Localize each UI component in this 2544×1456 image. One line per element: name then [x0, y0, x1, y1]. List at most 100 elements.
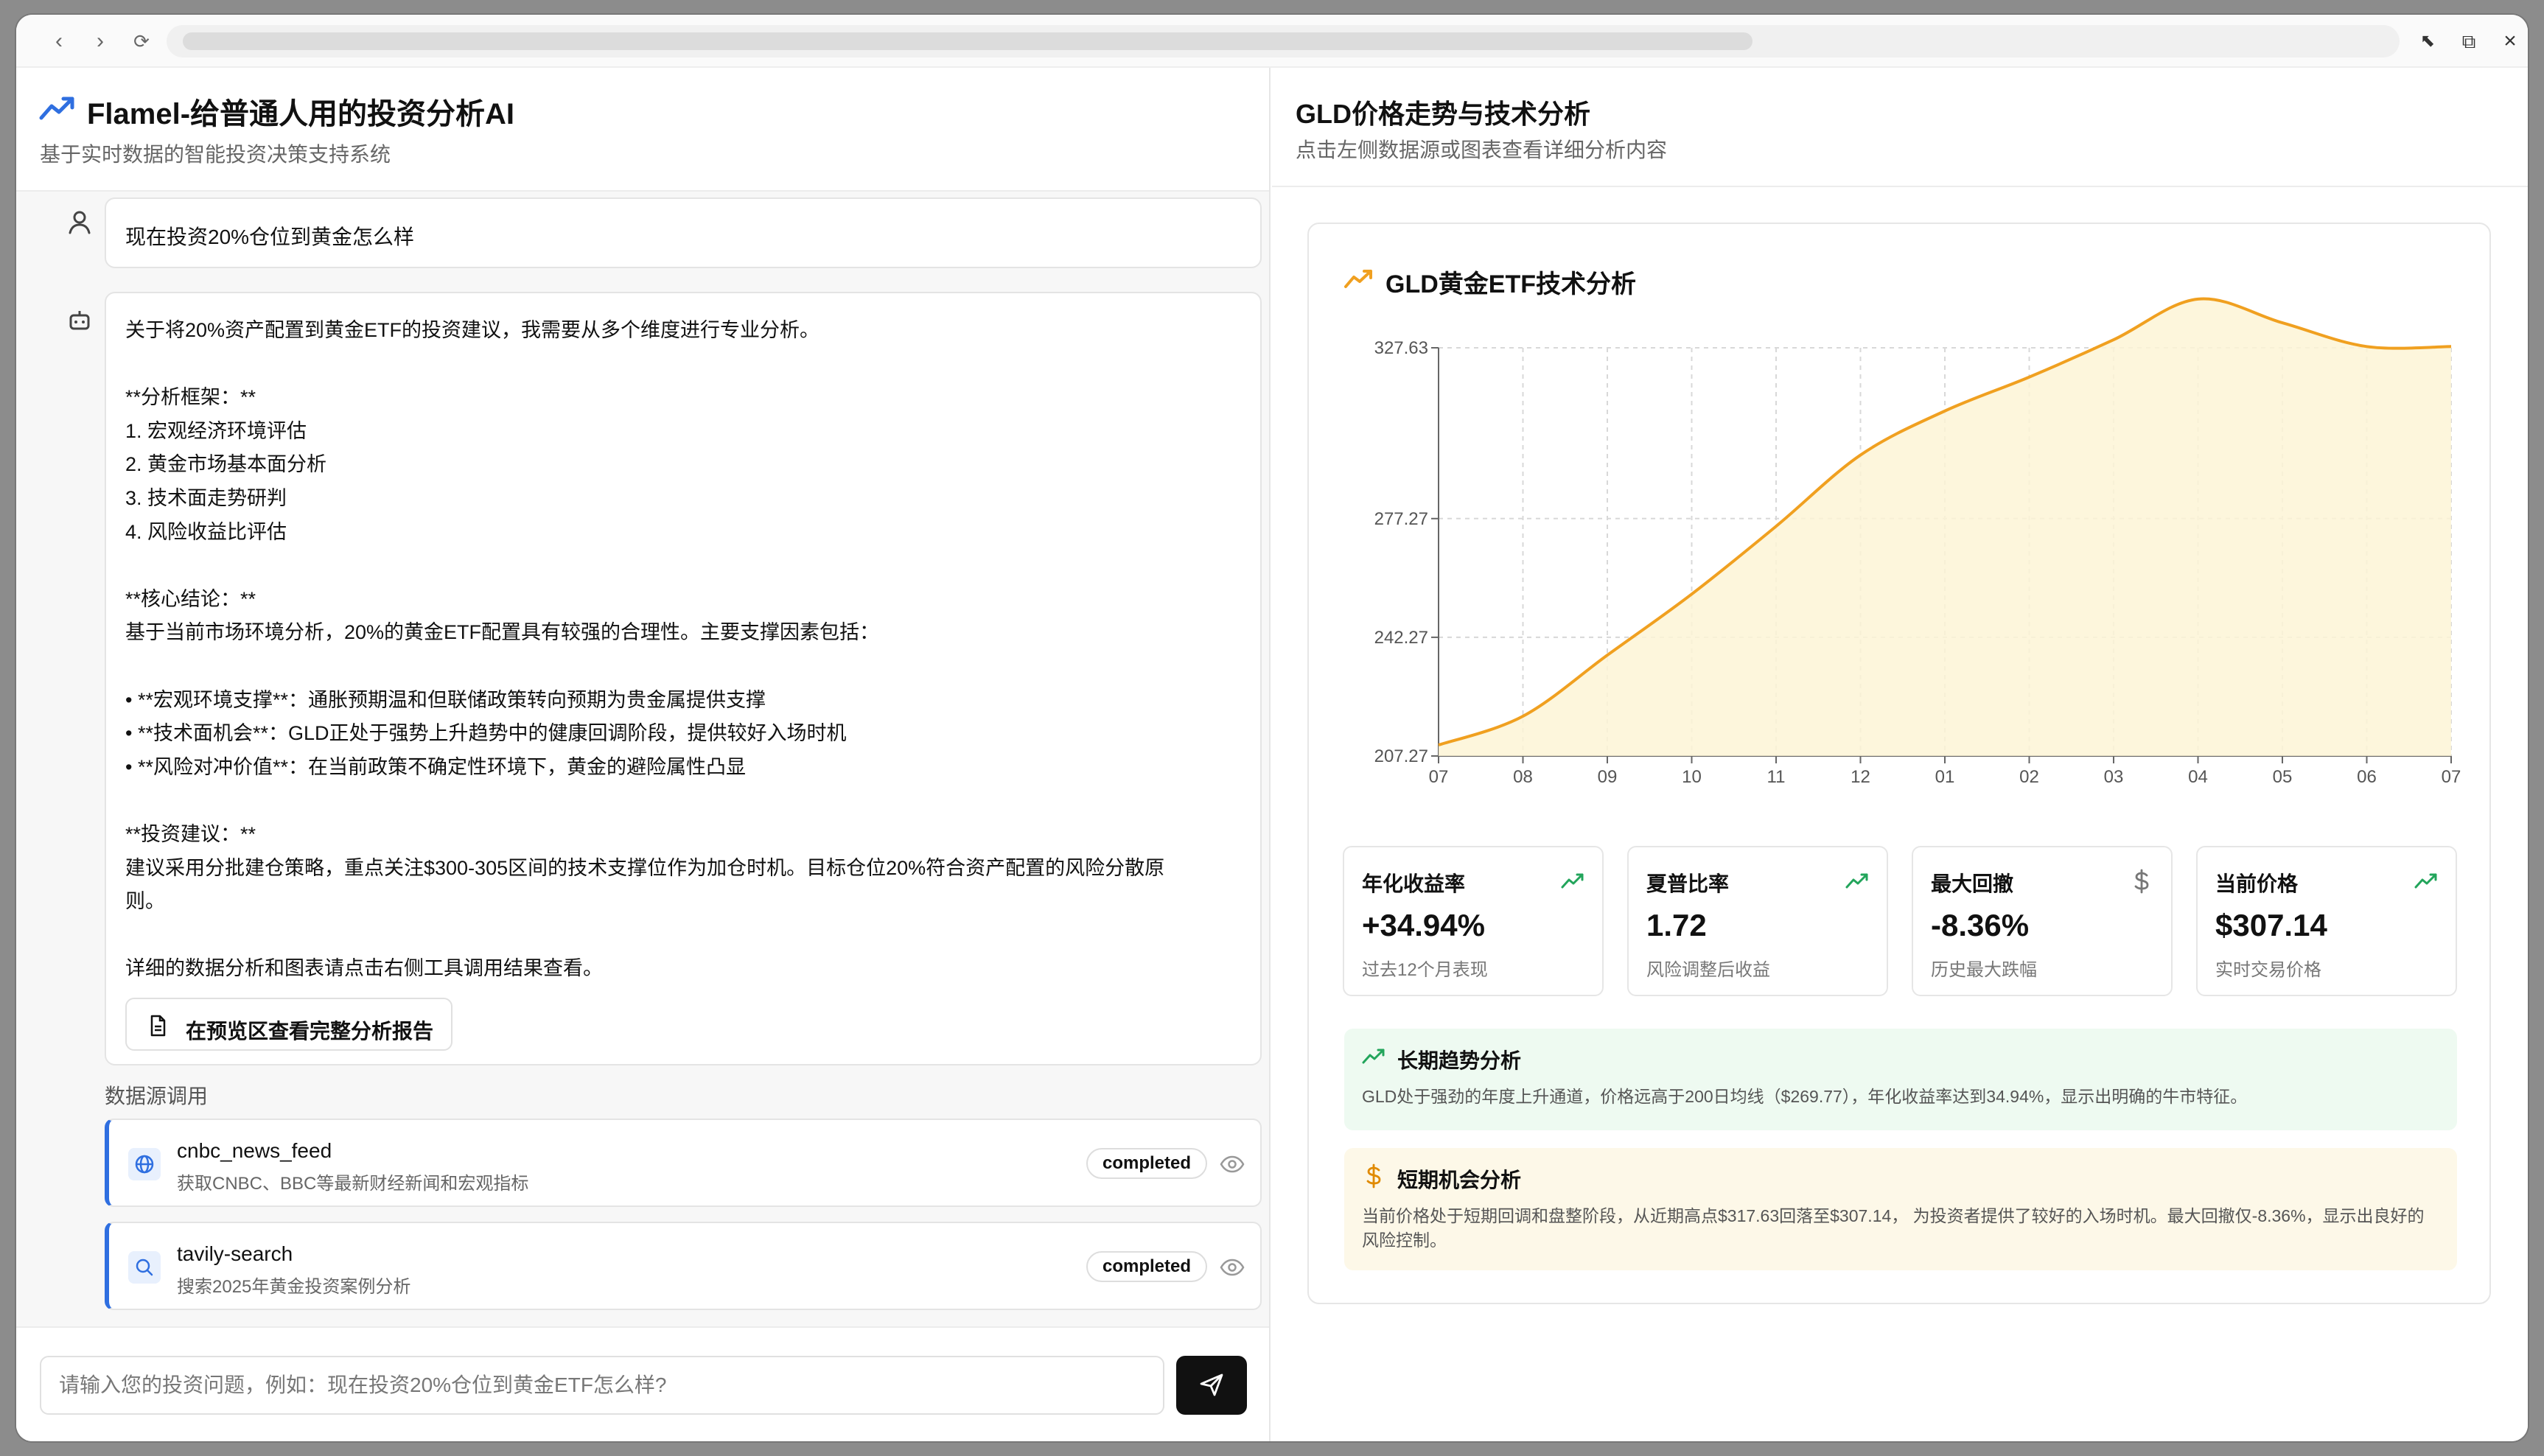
assistant-line: 则。: [125, 890, 165, 913]
assistant-line: [125, 919, 1164, 953]
short-term-text: 当前价格处于短期回调和盘整阶段，从近期高点$317.63回落至$307.14， …: [1362, 1206, 2425, 1250]
x-tick-label: 08: [1513, 767, 1533, 784]
back-icon[interactable]: ‹: [46, 28, 72, 55]
reload-icon[interactable]: ⟳: [128, 28, 155, 55]
user-message: 现在投资20%仓位到黄金怎么样: [105, 197, 1262, 268]
app-title: Flamel-给普通人用的投资分析AI: [87, 98, 515, 130]
kpi-desc: 风险调整后收益: [1646, 960, 1770, 980]
price-chart[interactable]: 207.27 242.27 277.27 327.63 07 08 09 10 11 12 01 02…: [1309, 224, 2492, 784]
preview-subtitle: 点击左侧数据源或图表查看详细分析内容: [1296, 139, 1668, 161]
assistant-line: 建议采用分批建仓策略，重点关注$300-305区间的技术支撑位作为加仓时机。目标…: [125, 856, 1165, 879]
kpi-value: +34.94%: [1362, 908, 1485, 942]
preview-title: GLD价格走势与技术分析: [1296, 99, 1590, 129]
user-message-text: 现在投资20%仓位到黄金怎么样: [125, 225, 415, 248]
y-tick-label: 207.27: [1374, 746, 1428, 766]
x-tick-label: 05: [2273, 767, 2293, 784]
tool-description: 获取CNBC、BBC等最新财经新闻和宏观指标: [177, 1174, 529, 1194]
kpi-label: 夏普比率: [1646, 872, 1730, 895]
status-badge: completed: [1086, 1251, 1207, 1282]
short-term-title: 短期机会分析: [1397, 1169, 1522, 1191]
chat-input-bar: [16, 1326, 1269, 1441]
eye-icon[interactable]: [1219, 1254, 1245, 1281]
kpi-value: -8.36%: [1931, 908, 2030, 942]
app-header: Flamel-给普通人用的投资分析AI 基于实时数据的智能投资决策支持系统: [16, 68, 1269, 192]
divider: [1272, 186, 2528, 187]
y-tick-label: 242.27: [1374, 628, 1428, 648]
trend-up-icon: [2414, 873, 2437, 889]
assistant-message-text: 关于将20%资产配置到黄金ETF的投资建议，我需要从多个维度进行专业分析。 **…: [125, 314, 1164, 986]
kpi-desc: 实时交易价格: [2215, 960, 2321, 980]
x-tick-label: 04: [2188, 767, 2208, 784]
x-tick-label: 02: [2019, 767, 2039, 784]
assistant-line: **分析框架：**: [125, 386, 256, 409]
globe-icon: [128, 1148, 161, 1180]
tool-card-tavily[interactable]: tavily-search 搜索2025年黄金投资案例分析 completed: [105, 1222, 1262, 1310]
analysis-card: GLD黄金ETF技术分析 207.27 242.27 277.27 327.63 07 0…: [1307, 223, 2491, 1304]
assistant-line: 详细的数据分析和图表请点击右侧工具调用结果查看。: [125, 957, 603, 980]
x-tick-label: 07: [2442, 767, 2461, 784]
chat-input[interactable]: [40, 1356, 1164, 1415]
view-report-button[interactable]: 在预览区查看完整分析报告: [125, 998, 452, 1051]
assistant-line: 基于当前市场环境分析，20%的黄金ETF配置具有较强的合理性。主要支撑因素包括：: [125, 621, 880, 644]
assistant-line: [125, 549, 1164, 583]
tool-description: 搜索2025年黄金投资案例分析: [177, 1277, 411, 1297]
assistant-line: • **宏观环境支撑**：通胀预期温和但联储政策转向预期为贵金属提供支撑: [125, 688, 766, 711]
status-badge: completed: [1086, 1148, 1207, 1179]
assistant-line: 1. 宏观经济环境评估: [125, 419, 307, 442]
address-bar[interactable]: [167, 25, 2400, 57]
assistant-line: • **技术面机会**：GLD正处于强势上升趋势中的健康回调阶段，提供较好入场时…: [125, 722, 847, 745]
assistant-line: 4. 风险收益比评估: [125, 520, 287, 543]
kpi-desc: 历史最大跌幅: [1931, 960, 2037, 980]
forward-icon[interactable]: ›: [87, 28, 113, 55]
assistant-line: • **风险对冲价值**：在当前政策不确定性环境下，黄金的避险属性凸显: [125, 755, 746, 778]
tool-card-cnbc[interactable]: cnbc_news_feed 获取CNBC、BBC等最新财经新闻和宏观指标 co…: [105, 1119, 1262, 1207]
kpi-label: 当前价格: [2215, 872, 2299, 895]
kpi-value: 1.72: [1646, 908, 1707, 942]
document-icon: [150, 1015, 166, 1037]
x-tick-label: 06: [2357, 767, 2377, 784]
assistant-line: **核心结论：**: [125, 587, 256, 610]
kpi-label: 年化收益率: [1362, 872, 1466, 895]
send-icon: [1200, 1373, 1223, 1396]
assistant-line: [125, 348, 1164, 382]
kpi-value: $307.14: [2215, 908, 2327, 942]
short-term-analysis: 短期机会分析 当前价格处于短期回调和盘整阶段，从近期高点$317.63回落至$3…: [1344, 1148, 2457, 1270]
y-tick-label: 327.63: [1374, 338, 1428, 358]
browser-toolbar: ‹ › ⟳ ⬉ ⧉ ×: [16, 15, 2528, 68]
bot-avatar-icon: [69, 311, 90, 330]
preview-panel: GLD价格走势与技术分析 点击左侧数据源或图表查看详细分析内容 GLD黄金ETF…: [1272, 68, 2528, 1441]
long-term-analysis: 长期趋势分析 GLD处于强劲的年度上升通道，价格远高于200日均线（$269.7…: [1344, 1029, 2457, 1130]
trend-up-icon: [1561, 873, 1584, 889]
x-tick-label: 03: [2104, 767, 2124, 784]
app-subtitle: 基于实时数据的智能投资决策支持系统: [40, 143, 391, 166]
dollar-icon: [2134, 869, 2149, 894]
cursor-select-icon[interactable]: ⬉: [2413, 27, 2442, 56]
kpi-max-drawdown: 最大回撤 -8.36% 历史最大跌幅: [1912, 846, 2173, 996]
user-avatar-icon: [69, 211, 91, 234]
y-tick-label: 277.27: [1374, 509, 1428, 529]
trend-up-icon: [1362, 1049, 1385, 1064]
close-icon[interactable]: ×: [2495, 27, 2525, 56]
send-button[interactable]: [1176, 1356, 1247, 1415]
kpi-sharpe: 夏普比率 1.72 风险调整后收益: [1627, 846, 1888, 996]
chat-messages[interactable]: 现在投资20%仓位到黄金怎么样 关于将20%资产配置到黄金ETF的投资建议，我需…: [16, 192, 1269, 1326]
x-tick-label: 10: [1682, 767, 1702, 784]
chat-panel: Flamel-给普通人用的投资分析AI 基于实时数据的智能投资决策支持系统 现在…: [16, 68, 1271, 1441]
long-term-title: 长期趋势分析: [1397, 1049, 1522, 1072]
assistant-line: [125, 650, 1164, 684]
kpi-desc: 过去12个月表现: [1362, 960, 1488, 980]
assistant-line: 关于将20%资产配置到黄金ETF的投资建议，我需要从多个维度进行专业分析。: [125, 319, 820, 341]
search-icon: [128, 1251, 161, 1284]
window-copy-icon[interactable]: ⧉: [2454, 27, 2484, 56]
kpi-annual-return: 年化收益率 +34.94% 过去12个月表现: [1343, 846, 1604, 996]
x-tick-label: 12: [1851, 767, 1870, 784]
assistant-line: **投资建议：**: [125, 822, 256, 845]
browser-window: ‹ › ⟳ ⬉ ⧉ × Flamel-给普通人用的投资分析AI 基于实时数据的智…: [16, 15, 2528, 1441]
assistant-line: 2. 黄金市场基本面分析: [125, 453, 327, 476]
x-tick-label: 09: [1598, 767, 1618, 784]
address-text-blurred: [183, 32, 1753, 50]
assistant-line: 3. 技术面走势研判: [125, 486, 287, 509]
tool-name: tavily-search: [177, 1242, 293, 1265]
assistant-message: 关于将20%资产配置到黄金ETF的投资建议，我需要从多个维度进行专业分析。 **…: [105, 292, 1262, 1065]
eye-icon[interactable]: [1219, 1151, 1245, 1177]
